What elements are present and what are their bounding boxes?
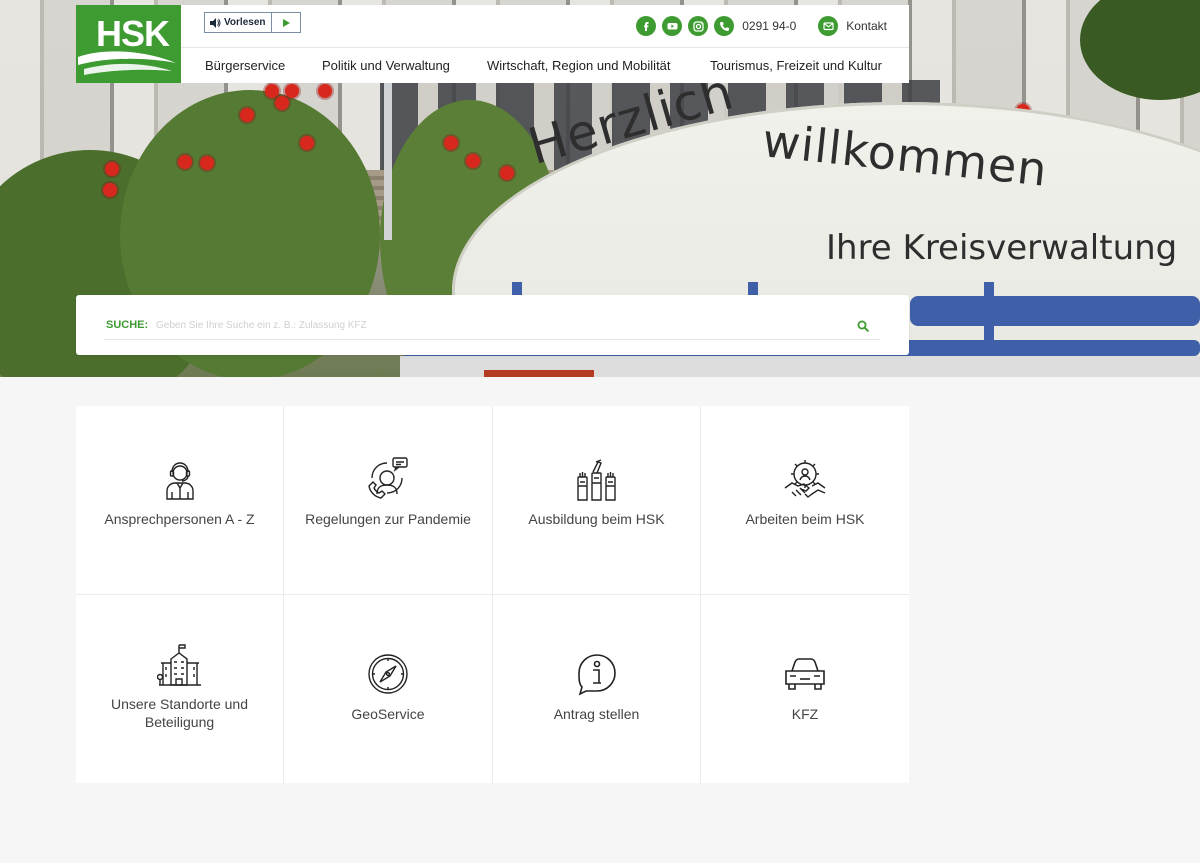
hero-rose [265, 84, 279, 98]
main-navigation: Bürgerservice Politik und Verwaltung Wir… [205, 58, 890, 73]
contact-link[interactable]: Kontakt [846, 19, 887, 33]
logo-swoosh-icon [78, 51, 176, 75]
hero-rose [444, 136, 458, 150]
tile-pandemie[interactable]: Regelungen zur Pandemie [284, 406, 493, 595]
tile-arbeiten[interactable]: Arbeiten beim HSK [701, 406, 909, 595]
header-divider [181, 47, 909, 48]
speaker-icon [210, 17, 221, 28]
vorlesen-label: Vorlesen [224, 17, 266, 28]
hero-rose [178, 155, 192, 169]
youtube-link[interactable] [662, 16, 683, 36]
tile-kfz[interactable]: KFZ [701, 595, 909, 783]
instagram-link[interactable] [688, 16, 709, 36]
hero-red-box [484, 370, 594, 377]
tile-label: Regelungen zur Pandemie [305, 511, 471, 527]
facebook-icon [644, 22, 649, 31]
phone-number[interactable]: 0291 94-0 [742, 19, 796, 33]
compass-icon [368, 654, 408, 694]
raised-fists-icon [576, 459, 616, 501]
hero-rose [240, 108, 254, 122]
info-bubble-icon [577, 654, 616, 696]
hero-pole [384, 80, 392, 240]
tile-label: Arbeiten beim HSK [745, 511, 865, 527]
search-underline [104, 339, 880, 340]
mail-icon [823, 22, 834, 31]
search-box: SUCHE: [76, 295, 909, 355]
play-icon [282, 18, 290, 27]
vorlesen-button[interactable]: Vorlesen [205, 13, 272, 32]
nav-item-wirtschaft[interactable]: Wirtschaft, Region und Mobilität [487, 58, 710, 73]
top-contact-bar: 0291 94-0 Kontakt [636, 16, 887, 36]
phone-icon [719, 21, 729, 31]
instagram-icon [693, 20, 704, 32]
hero-rose [103, 183, 117, 197]
hero-rose [300, 136, 314, 150]
tile-standorte[interactable]: Unsere Standorte und Beteiligung [76, 595, 284, 783]
sign-text-kreisverwaltung: Ihre Kreisverwaltung [826, 228, 1178, 268]
hero-rose [318, 84, 332, 98]
hero-rose [500, 166, 514, 180]
nav-item-tourismus[interactable]: Tourismus, Freizeit und Kultur [710, 58, 890, 73]
contact-mail-link[interactable] [818, 16, 839, 36]
nav-item-buergerservice[interactable]: Bürgerservice [205, 58, 322, 73]
person-headset-icon [165, 462, 194, 500]
hero-rose [466, 154, 480, 168]
play-button[interactable] [272, 13, 300, 32]
vorlesen-widget[interactable]: Vorlesen [204, 12, 301, 33]
search-label: SUCHE: [106, 319, 149, 331]
hero-rose [275, 96, 289, 110]
tile-geoservice[interactable]: GeoService [284, 595, 493, 783]
search-input[interactable] [156, 314, 846, 336]
hero-blue-post [984, 282, 994, 362]
search-icon [857, 320, 869, 332]
quick-links-grid: Ansprechpersonen A - Z Regelungen zur Pa… [76, 406, 909, 783]
tile-ausbildung[interactable]: Ausbildung beim HSK [493, 406, 701, 595]
building-icon [156, 644, 201, 686]
car-icon [785, 658, 825, 690]
tile-label: GeoService [351, 706, 425, 722]
tile-antrag[interactable]: Antrag stellen [493, 595, 701, 783]
hsk-logo[interactable]: HSK [76, 5, 181, 83]
handshake-gear-icon [784, 460, 826, 498]
site-header: HSK Vorlesen 0291 94-0 Kontakt Bürgerser… [76, 5, 909, 83]
nav-item-politik[interactable]: Politik und Verwaltung [322, 58, 487, 73]
hero-rose [285, 84, 299, 98]
phone-link[interactable] [714, 16, 735, 36]
hero-blue-rail [910, 296, 1200, 326]
tile-label: Antrag stellen [553, 706, 640, 722]
hero-rose [105, 162, 119, 176]
tile-ansprechpersonen[interactable]: Ansprechpersonen A - Z [76, 406, 284, 595]
tile-label: Ausbildung beim HSK [528, 511, 665, 527]
tile-label: Unsere Standorte und Beteiligung [111, 696, 248, 730]
youtube-icon [667, 23, 678, 30]
tile-label: KFZ [791, 706, 819, 722]
call-support-icon [368, 457, 408, 499]
hero-rose [200, 156, 214, 170]
facebook-link[interactable] [636, 16, 657, 36]
tile-label: Ansprechpersonen A - Z [104, 511, 255, 527]
search-button[interactable] [854, 317, 872, 335]
